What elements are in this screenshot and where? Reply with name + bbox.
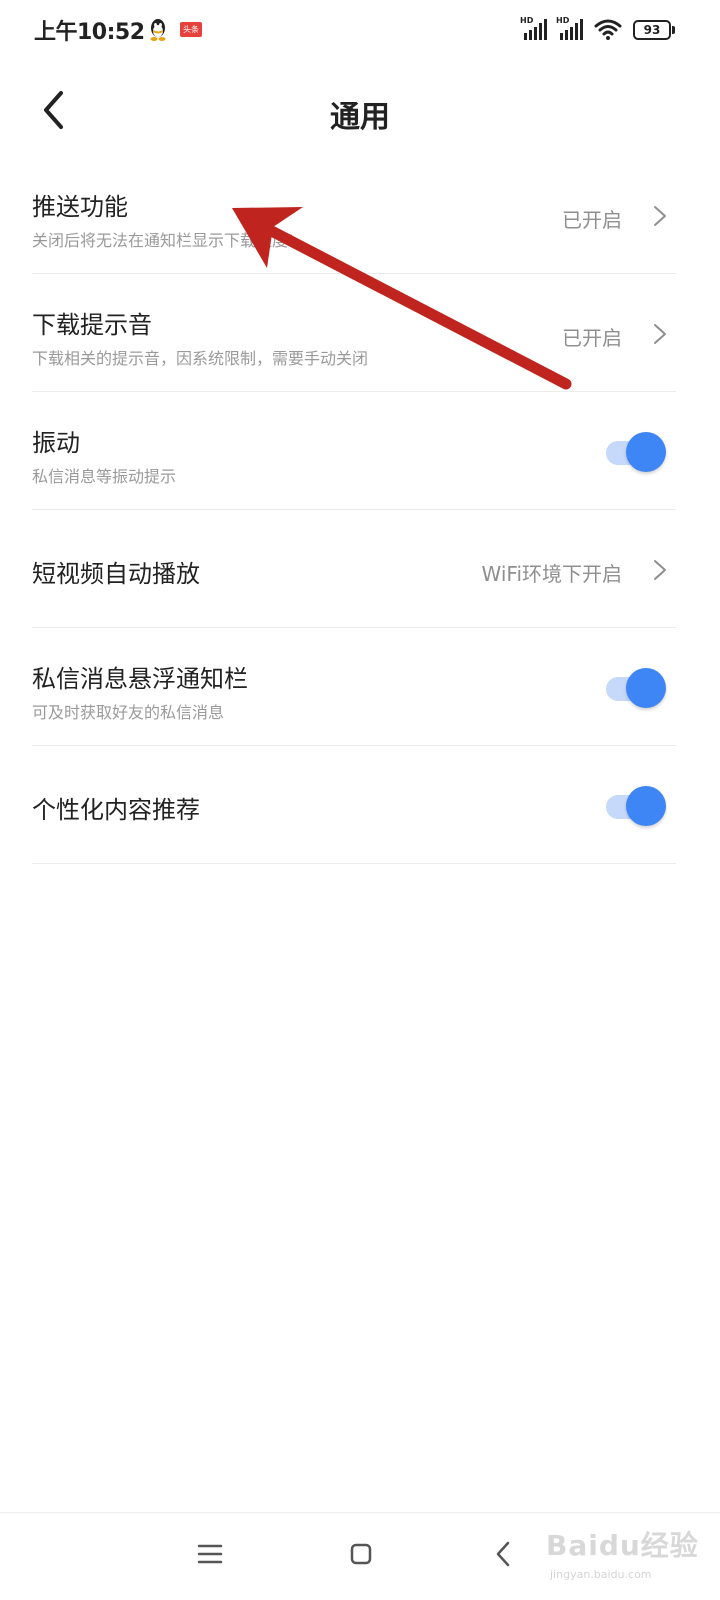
setting-row-personalized: 个性化内容推荐: [0, 746, 720, 864]
chevron-right-icon: [654, 560, 666, 580]
setting-row-autoplay[interactable]: 短视频自动播放 WiFi环境下开启: [0, 510, 720, 628]
setting-subtitle: 可及时获取好友的私信消息: [32, 703, 225, 722]
personalized-toggle[interactable]: [604, 786, 668, 826]
chevron-right-icon: [654, 206, 666, 226]
chevron-right-icon: [654, 324, 666, 344]
setting-subtitle: 私信消息等振动提示: [32, 467, 177, 486]
setting-value: 已开启: [562, 208, 622, 232]
setting-row-push[interactable]: 推送功能 关闭后将无法在通知栏显示下载进度! 已开启: [0, 156, 720, 274]
setting-title: 个性化内容推荐: [32, 796, 200, 824]
toggle-knob: [626, 786, 666, 826]
setting-title: 下载提示音: [32, 311, 152, 339]
baidu-watermark: Baidu经验 jingyan.baidu.com: [540, 1510, 710, 1590]
toutiao-icon: 头条: [180, 22, 202, 37]
back-icon[interactable]: [494, 1540, 512, 1568]
setting-row-download-sound[interactable]: 下载提示音 下载相关的提示音，因系统限制，需要手动关闭 已开启: [0, 274, 720, 392]
vibration-toggle[interactable]: [604, 432, 668, 472]
battery-icon: 93: [633, 20, 675, 40]
battery-tip: [672, 26, 675, 34]
setting-title: 推送功能: [32, 193, 128, 221]
wifi-icon: [594, 19, 622, 40]
toggle-knob: [626, 668, 666, 708]
setting-value: WiFi环境下开启: [481, 562, 623, 586]
signal-icon: HD: [520, 16, 550, 42]
floating-notice-toggle[interactable]: [604, 668, 668, 708]
qq-icon: [150, 19, 166, 41]
setting-title: 私信消息悬浮通知栏: [32, 665, 248, 693]
watermark-brand: Baidu经验: [546, 1529, 699, 1562]
header: 通用: [0, 70, 720, 150]
toggle-knob: [626, 432, 666, 472]
setting-title: 短视频自动播放: [32, 560, 200, 588]
battery-level: 93: [633, 20, 671, 40]
setting-value: 已开启: [562, 326, 622, 350]
watermark-url: jingyan.baidu.com: [550, 1568, 652, 1581]
home-icon[interactable]: [349, 1542, 373, 1566]
setting-title: 振动: [32, 429, 80, 457]
settings-list: 推送功能 关闭后将无法在通知栏显示下载进度! 已开启 下载提示音 下载相关的提示…: [0, 156, 720, 864]
setting-row-floating-notice: 私信消息悬浮通知栏 可及时获取好友的私信消息: [0, 628, 720, 746]
signal-icon-2: HD: [556, 16, 586, 42]
page-title: 通用: [330, 100, 390, 135]
setting-subtitle: 下载相关的提示音，因系统限制，需要手动关闭: [32, 349, 369, 368]
menu-icon[interactable]: [196, 1541, 224, 1567]
status-bar: 上午10:52 头条 HD HD 93: [0, 0, 720, 62]
screen: 上午10:52 头条 HD HD 93 通用 推送功能 关闭后将无法在通知栏显示…: [0, 0, 720, 1600]
setting-row-vibration: 振动 私信消息等振动提示: [0, 392, 720, 510]
status-time: 上午10:52: [34, 20, 145, 45]
setting-subtitle: 关闭后将无法在通知栏显示下载进度!: [32, 231, 295, 250]
